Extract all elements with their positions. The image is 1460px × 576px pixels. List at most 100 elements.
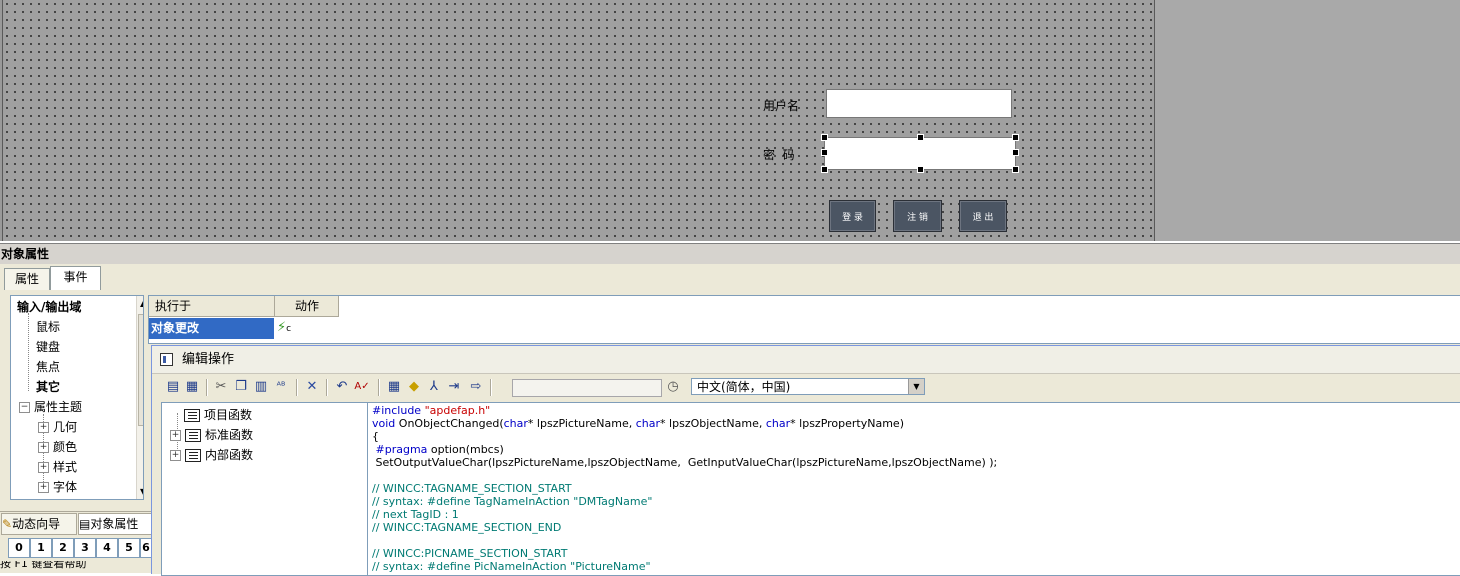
fn-tree-project-functions[interactable]: 项目函数	[184, 406, 252, 423]
paste-icon[interactable]: ▥	[252, 378, 270, 396]
password-field[interactable]	[821, 134, 1019, 173]
tab-properties[interactable]: 属性	[4, 268, 50, 290]
tree-item-keyboard[interactable]: 键盘	[36, 338, 60, 355]
code-token: // WINCC:PICNAME_SECTION_START	[372, 547, 568, 560]
resize-handle[interactable]	[1012, 166, 1019, 173]
column-header-action[interactable]: 动作	[275, 296, 339, 317]
code-line[interactable]: // WINCC:PICNAME_SECTION_START	[372, 547, 567, 560]
tree-scrollbar[interactable]: ▲ ▼	[136, 296, 143, 499]
layer-button[interactable]: 3	[74, 538, 96, 558]
code-token: // WINCC:TAGNAME_SECTION_START	[372, 482, 572, 495]
editor-toolbar: ▤ ▦ ✂ ❐ ▥ ᴬᴮ ✕ ↶ A✓ ▦ ◆ ⅄ ⇥ ⇨ ◷ 中文(简体，中国…	[156, 376, 1460, 400]
code-token: // WINCC:TAGNAME_SECTION_END	[372, 521, 562, 534]
code-editor[interactable]: #include "apdefap.h" void OnObjectChanged…	[367, 402, 1460, 576]
properties-icon: ▤	[79, 517, 91, 531]
layer-button[interactable]: 1	[30, 538, 52, 558]
logout-button[interactable]: 注 销	[893, 200, 942, 232]
function-book-icon	[185, 429, 201, 442]
import-icon[interactable]: ⇥	[445, 378, 463, 396]
tab-object-properties[interactable]: ▤对象属性	[78, 513, 154, 535]
tree-item-property-topics[interactable]: − 属性主题	[19, 398, 82, 415]
cut-icon[interactable]: ✂	[212, 378, 230, 396]
save-icon[interactable]: ▤	[164, 378, 182, 396]
dialog-title-bar[interactable]: 编辑操作	[152, 346, 1460, 374]
expand-icon[interactable]: +	[38, 482, 49, 493]
properties-tab-bar: 属性 事件	[0, 264, 1460, 291]
code-line[interactable]: #include "apdefap.h"	[372, 404, 490, 417]
fn-tree-standard-functions[interactable]: + 标准函数	[170, 426, 253, 443]
layer-button[interactable]: 2	[52, 538, 74, 558]
tab-events[interactable]: 事件	[50, 266, 101, 291]
event-row-object-change[interactable]: 对象更改	[149, 318, 274, 339]
resize-handle[interactable]	[1012, 149, 1019, 156]
tree-item-styles[interactable]: + 样式	[38, 458, 77, 475]
resize-handle[interactable]	[821, 134, 828, 141]
fn-tree-internal-functions[interactable]: + 内部函数	[170, 446, 253, 463]
tree-item-mouse[interactable]: 鼠标	[36, 318, 60, 335]
collapse-icon[interactable]: −	[19, 402, 30, 413]
tree-item-io-field[interactable]: 输入/输出域	[17, 298, 81, 315]
expand-icon[interactable]: +	[170, 430, 181, 441]
dialog-title: 编辑操作	[182, 352, 235, 367]
scroll-up-icon[interactable]: ▲	[140, 299, 143, 308]
compile-icon[interactable]: A✓	[353, 378, 371, 396]
code-line[interactable]: {	[372, 430, 379, 443]
code-line[interactable]: // syntax: #define TagNameInAction "DMTa…	[372, 495, 652, 508]
resize-handle[interactable]	[1012, 134, 1019, 141]
delete-icon[interactable]: ✕	[303, 378, 321, 396]
tree-item-colors[interactable]: + 颜色	[38, 438, 77, 455]
code-line[interactable]: // WINCC:TAGNAME_SECTION_START	[372, 482, 572, 495]
expand-icon[interactable]: +	[38, 462, 49, 473]
object-properties-title: 对象属性	[0, 243, 1460, 264]
export-icon[interactable]: ⇨	[467, 378, 485, 396]
undo-icon[interactable]: ↶	[333, 378, 351, 396]
layer-button[interactable]: 0	[8, 538, 30, 558]
function-tree[interactable]: 项目函数 + 标准函数 + 内部函数	[161, 402, 368, 576]
save-as-icon[interactable]: ▦	[183, 378, 201, 396]
tag-icon[interactable]: ▦	[385, 378, 403, 396]
resize-handle[interactable]	[917, 166, 924, 173]
expand-icon[interactable]: +	[38, 442, 49, 453]
compass-icon[interactable]: ⅄	[425, 378, 443, 396]
username-label: 用户名	[763, 99, 800, 113]
cube-icon[interactable]: ◆	[405, 378, 423, 396]
exit-button[interactable]: 退 出	[959, 200, 1007, 232]
tree-item-geometry[interactable]: + 几何	[38, 418, 77, 435]
login-button[interactable]: 登 录	[829, 200, 876, 232]
design-canvas: 用户名 密 码 登 录 注 销 退 出	[0, 0, 1460, 241]
function-book-icon	[185, 449, 201, 462]
code-token: char	[635, 417, 661, 430]
expand-icon[interactable]: +	[170, 450, 181, 461]
resize-handle[interactable]	[821, 149, 828, 156]
username-field[interactable]	[826, 89, 1012, 118]
chevron-down-icon[interactable]: ▼	[908, 379, 924, 394]
code-line[interactable]: // WINCC:TAGNAME_SECTION_END	[372, 521, 561, 534]
function-book-icon	[184, 409, 200, 422]
copy-icon[interactable]: ❐	[232, 378, 250, 396]
events-grid: 执行于 动作 对象更改 ⚡c	[148, 295, 1460, 344]
find-replace-icon[interactable]: ᴬᴮ	[272, 378, 290, 396]
tree-item-focus[interactable]: 焦点	[36, 358, 60, 375]
layer-button[interactable]: 4	[96, 538, 118, 558]
clock-icon[interactable]: ◷	[664, 378, 682, 396]
code-line[interactable]: SetOutputValueChar(lpszPictureName,lpszO…	[372, 456, 997, 469]
tab-dynamic-wizard[interactable]: ✎动态向导	[1, 513, 77, 535]
scroll-thumb[interactable]	[138, 314, 143, 426]
bottom-tab-bar: ✎动态向导 ▤对象属性	[0, 511, 154, 535]
action-lightning-icon[interactable]: ⚡c	[277, 320, 291, 335]
layer-button[interactable]: 5	[118, 538, 140, 558]
code-line[interactable]: // syntax: #define PicNameInAction "Pict…	[372, 560, 651, 573]
trigger-combo[interactable]	[512, 379, 662, 397]
code-line[interactable]: #pragma option(mbcs)	[372, 443, 503, 456]
expand-icon[interactable]: +	[38, 422, 49, 433]
code-line[interactable]: // next TagID : 1	[372, 508, 459, 521]
column-header-exec[interactable]: 执行于	[149, 296, 275, 317]
tree-item-font[interactable]: + 字体	[38, 478, 77, 495]
tree-item-misc[interactable]: 其它	[36, 378, 60, 395]
language-select[interactable]: 中文(简体，中国) ▼	[691, 378, 925, 395]
code-line[interactable]: void OnObjectChanged(char* lpszPictureNa…	[372, 417, 904, 430]
resize-handle[interactable]	[821, 166, 828, 173]
resize-handle[interactable]	[917, 134, 924, 141]
event-tree[interactable]: 输入/输出域 鼠标 键盘 焦点 其它 − 属性主题 + 几何 + 颜色 + 样式 + 字体…	[10, 295, 144, 500]
scroll-down-icon[interactable]: ▼	[140, 487, 143, 496]
